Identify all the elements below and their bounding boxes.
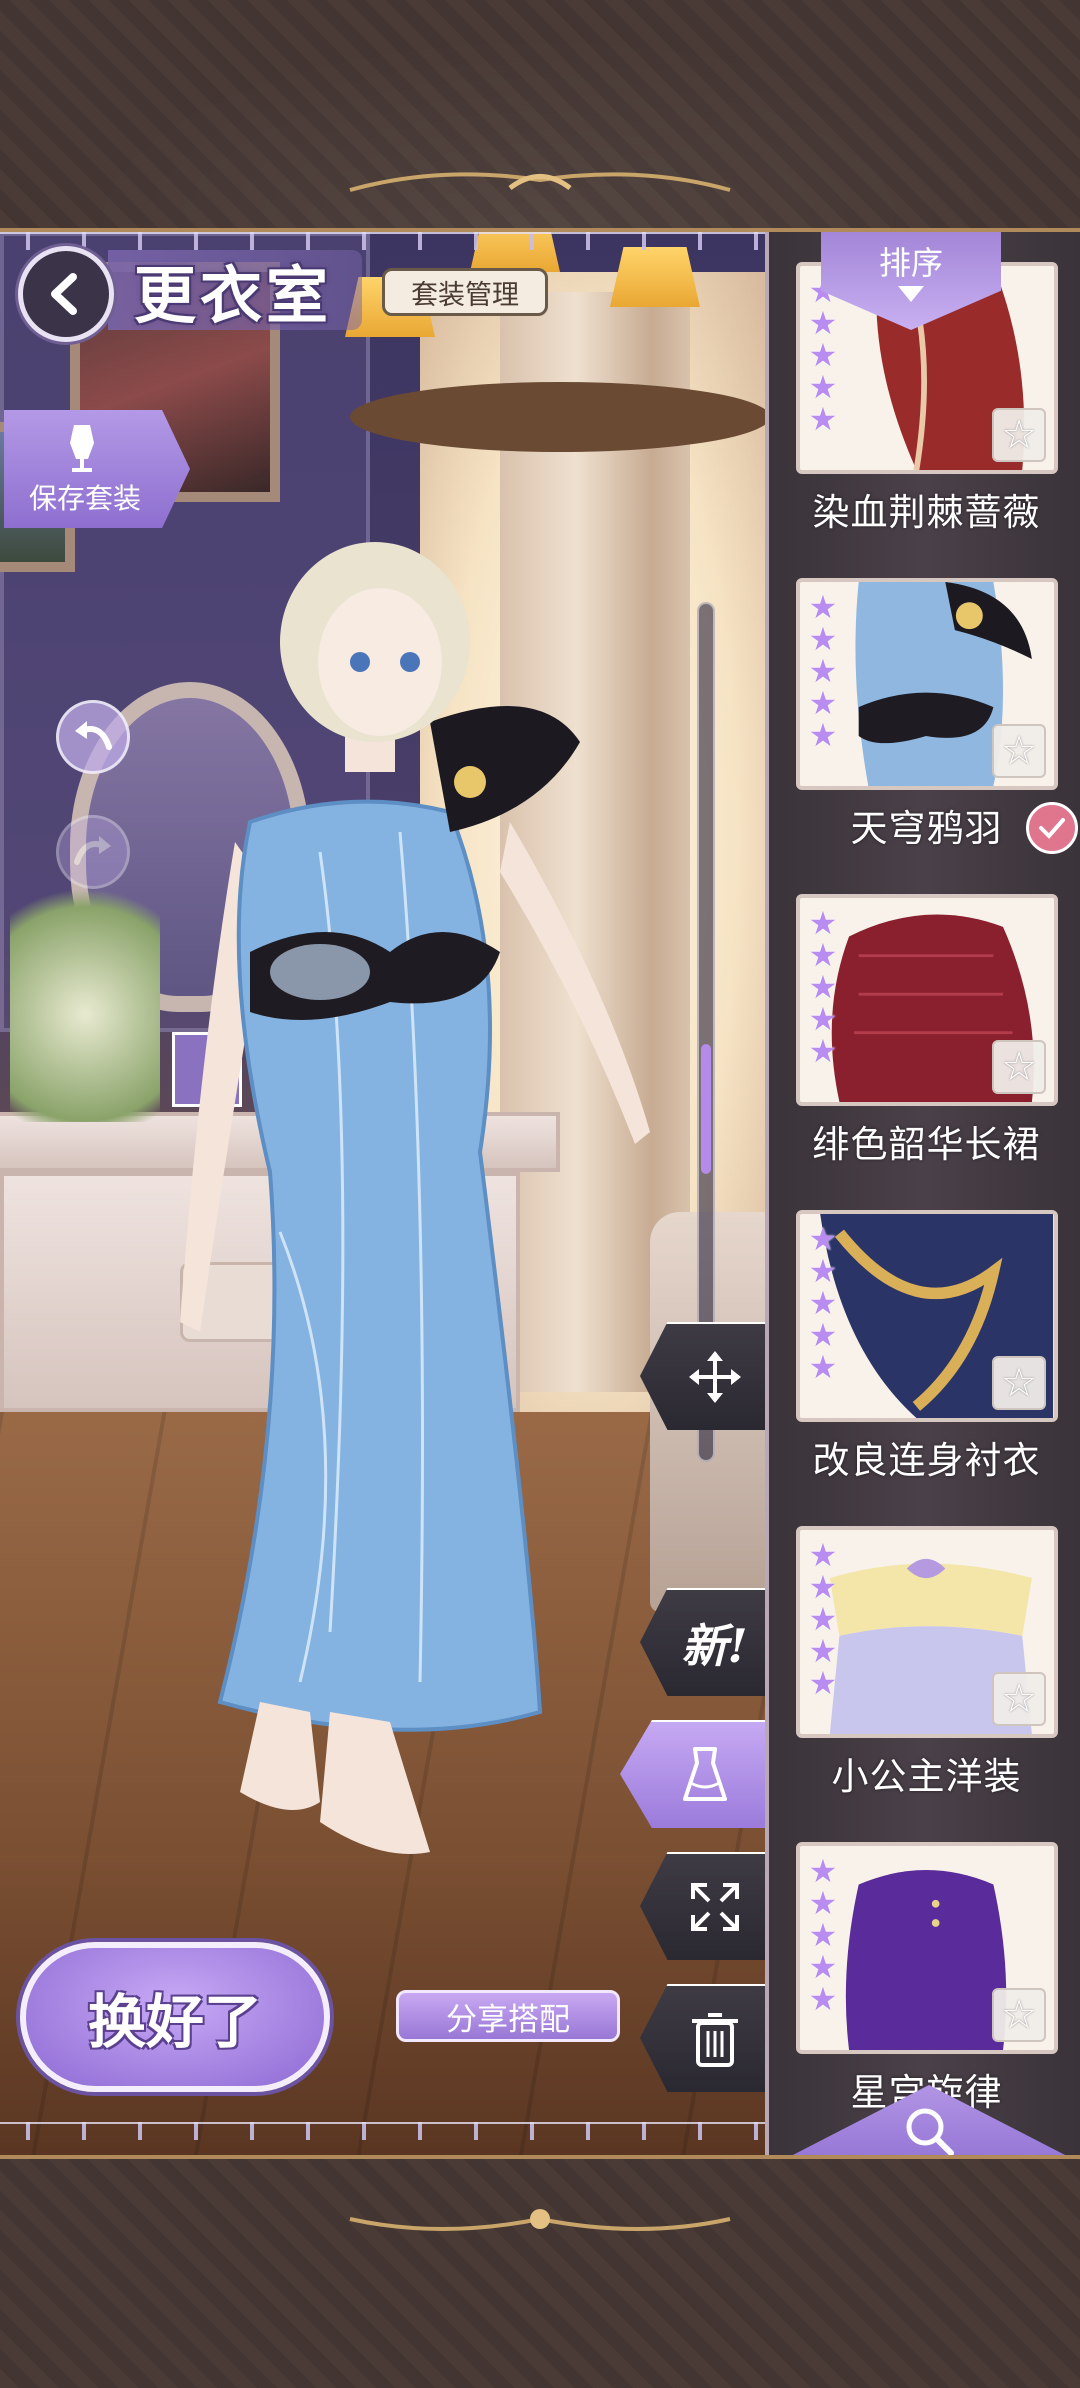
check-icon	[1039, 818, 1065, 839]
sort-label: 排序	[878, 244, 943, 282]
star-icon: ★	[808, 1600, 838, 1638]
rarity-stars: ★ ★ ★ ★ ★	[808, 588, 838, 754]
rarity-stars: ★ ★ ★ ★ ★	[808, 275, 838, 438]
star-icon: ★	[808, 968, 838, 1006]
star-outline-icon: ☆	[1001, 728, 1037, 774]
star-icon: ★	[808, 1316, 838, 1354]
star-outline-icon: ☆	[1001, 412, 1037, 458]
star-icon: ★	[808, 1000, 838, 1038]
star-icon: ★	[808, 1916, 838, 1954]
wardrobe-item-card[interactable]: ★ ★ ★ ★ ★ ☆	[796, 1842, 1058, 2054]
move-arrows-icon	[688, 1351, 741, 1403]
wardrobe-item-card[interactable]: ★ ★ ★ ★ ★ ☆	[796, 578, 1058, 790]
star-icon: ★	[808, 684, 838, 722]
star-icon: ★	[808, 1284, 838, 1322]
undo-button[interactable]	[56, 700, 130, 774]
star-icon: ★	[808, 1980, 838, 2018]
mannequin-save-icon	[70, 425, 94, 472]
favorite-button[interactable]: ☆	[992, 1988, 1046, 2042]
rarity-stars: ★ ★ ★ ★ ★	[808, 1852, 838, 2018]
star-icon: ★	[808, 336, 838, 374]
star-icon: ★	[808, 1220, 838, 1258]
star-icon: ★	[808, 368, 838, 406]
star-icon: ★	[808, 1252, 838, 1290]
wardrobe-item-card[interactable]: ★ ★ ★ ★ ★ ☆	[796, 894, 1058, 1106]
rarity-stars: ★ ★ ★ ★ ★	[808, 904, 838, 1070]
favorite-button[interactable]: ☆	[992, 408, 1046, 462]
star-icon: ★	[808, 1348, 838, 1386]
save-outfit-label: 保存套装	[28, 482, 141, 515]
favorite-button[interactable]: ☆	[992, 1040, 1046, 1094]
flower-vase	[10, 852, 160, 1122]
chandelier	[350, 382, 765, 452]
bottom-frame	[0, 2155, 1080, 2388]
lampshade	[610, 247, 700, 307]
star-icon: ★	[808, 1948, 838, 1986]
star-icon: ★	[808, 716, 838, 754]
favorite-button[interactable]: ☆	[992, 724, 1046, 778]
star-icon: ★	[808, 588, 838, 626]
new-label: 新!	[681, 1619, 748, 1673]
star-outline-icon: ☆	[1001, 1676, 1037, 1722]
save-outfit-button[interactable]: 保存套装	[4, 410, 190, 528]
undo-arrow-icon	[75, 721, 112, 750]
star-outline-icon: ☆	[1001, 1360, 1037, 1406]
wardrobe-item-card[interactable]: ★ ★ ★ ★ ★ ☆	[796, 1526, 1058, 1738]
star-icon: ★	[808, 620, 838, 658]
star-icon: ★	[808, 1852, 838, 1890]
view-scrollbar-thumb[interactable]	[701, 1044, 711, 1174]
vine-border-top	[0, 232, 765, 250]
star-icon: ★	[808, 304, 838, 342]
chevron-down-icon	[898, 286, 924, 302]
wardrobe-item-card[interactable]: ★ ★ ★ ★ ★ ☆	[796, 1210, 1058, 1422]
star-icon: ★	[808, 1568, 838, 1606]
star-icon: ★	[808, 1632, 838, 1670]
item-name: 小公主洋装	[831, 1755, 1022, 1798]
star-icon: ★	[808, 1032, 838, 1070]
star-icon: ★	[808, 400, 838, 438]
rarity-stars: ★ ★ ★ ★ ★	[808, 1220, 838, 1386]
trash-icon	[691, 2013, 738, 2067]
wardrobe-panel[interactable]: 排序 ★ ★ ★ ★ ★ ☆ 染血荆棘蔷薇 ★ ★ ★	[765, 232, 1080, 2155]
favorite-button[interactable]: ☆	[992, 1672, 1046, 1726]
search-icon	[906, 2108, 954, 2155]
character-avatar	[180, 542, 650, 1854]
item-name: 绯色韶华长裙	[812, 1123, 1041, 1166]
bottom-flourish-ornament	[349, 2209, 731, 2231]
top-flourish-ornament	[349, 172, 731, 192]
share-outfit-button[interactable]: 分享搭配	[396, 1990, 620, 2042]
done-button[interactable]: 换好了	[20, 1942, 330, 2092]
star-outline-icon: ☆	[1001, 1044, 1037, 1090]
vine-border-bottom	[0, 2122, 765, 2140]
star-icon: ★	[808, 904, 838, 942]
favorite-button[interactable]: ☆	[992, 1356, 1046, 1410]
star-icon: ★	[808, 1664, 838, 1702]
star-icon: ★	[808, 936, 838, 974]
back-chevron-icon	[51, 273, 77, 315]
fullscreen-icon	[690, 1883, 739, 1931]
star-icon: ★	[808, 652, 838, 690]
top-frame	[0, 0, 1080, 232]
star-outline-icon: ☆	[1001, 1992, 1037, 2038]
item-name: 改良连身衬衣	[812, 1439, 1041, 1482]
page-title: 更衣室	[108, 250, 363, 332]
dress-icon	[682, 1747, 727, 1801]
back-button[interactable]	[18, 246, 114, 342]
redo-arrow-icon	[74, 836, 111, 865]
star-icon: ★	[808, 1884, 838, 1922]
item-name: 染血荆棘蔷薇	[812, 491, 1041, 534]
redo-button[interactable]	[56, 815, 130, 889]
star-icon: ★	[808, 1536, 838, 1574]
equipped-check-badge	[1026, 802, 1078, 854]
rarity-stars: ★ ★ ★ ★ ★	[808, 1536, 838, 1702]
outfit-manage-button[interactable]: 套装管理	[382, 268, 548, 316]
